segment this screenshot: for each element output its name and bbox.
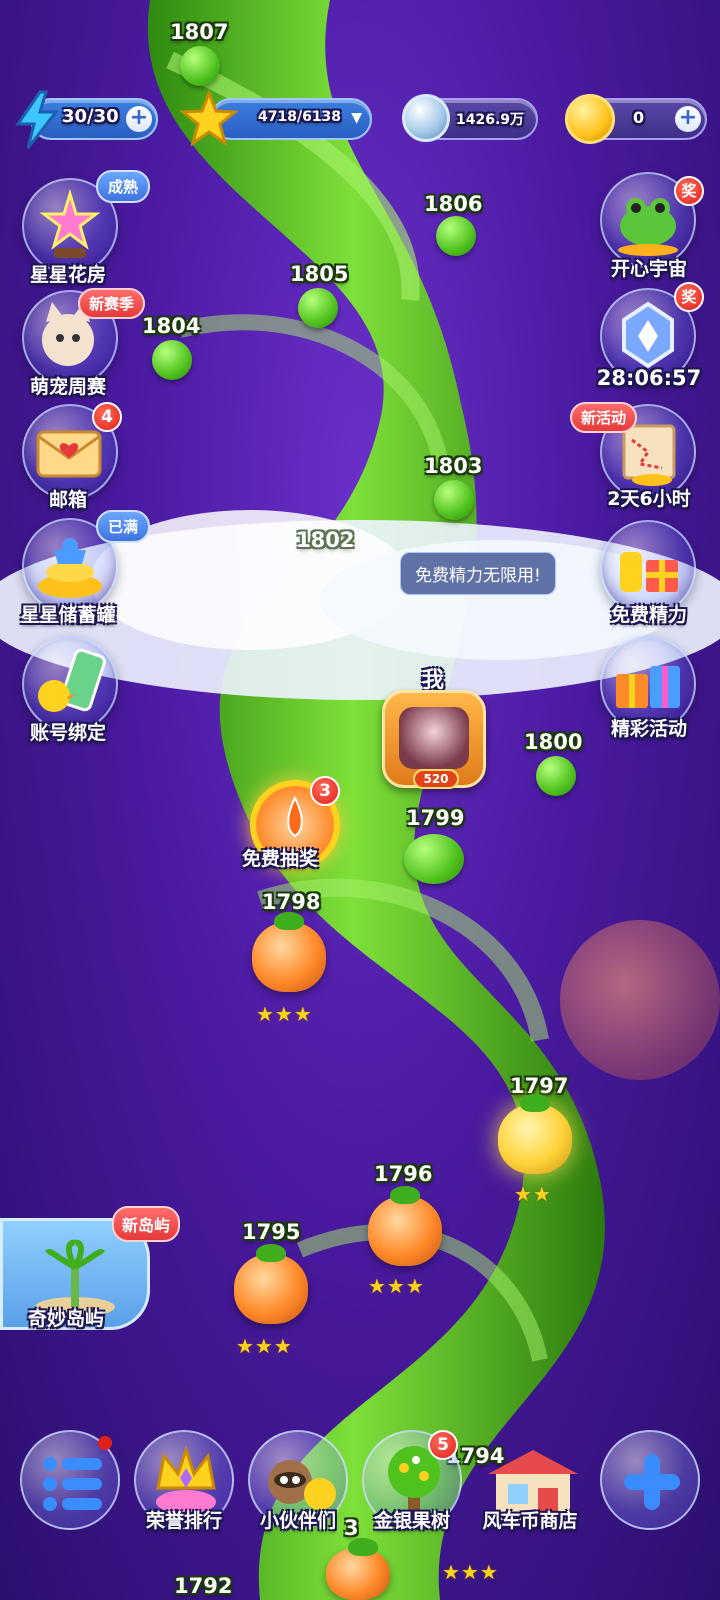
island-label: 奇妙岛屿 xyxy=(28,1308,105,1330)
level-1796-number: 1796 xyxy=(374,1162,433,1186)
event-timer: 28:06:57 xyxy=(596,366,702,390)
level-1799-number: 1799 xyxy=(406,806,465,830)
level-1795-fruit[interactable] xyxy=(234,1244,308,1324)
star-icon xyxy=(178,88,240,147)
activity-text: 活动 xyxy=(596,409,627,427)
piggy-bank-label: 星星储蓄罐 xyxy=(20,604,116,626)
lottery-label: 免费抽奖 xyxy=(242,848,319,870)
mailbox-badge: 4 xyxy=(92,402,122,432)
expand-button[interactable] xyxy=(600,1430,700,1530)
lottery-badge: 3 xyxy=(310,776,340,806)
piggy-bank-tag: 已满 xyxy=(96,510,151,543)
level-1805-number: 1805 xyxy=(290,262,349,286)
happy-universe-reward-badge: 奖 xyxy=(674,176,704,206)
pet-week-new-tag: 新赛季 xyxy=(78,288,146,319)
level-1798-number: 1798 xyxy=(262,890,321,914)
activities-label: 精彩活动 xyxy=(610,718,687,740)
stars-value: 4718/6138 xyxy=(258,109,342,125)
tokens-value: 0 xyxy=(633,108,645,127)
flower-house-tag: 成熟 xyxy=(96,170,151,203)
silver-coin-icon xyxy=(402,94,450,142)
level-1794-stars: ★★★ xyxy=(442,1560,499,1584)
windmill-shop-label: 风车币商店 xyxy=(482,1510,578,1532)
free-energy-label: 免费精力 xyxy=(610,604,687,626)
partners-label: 小伙伴们 xyxy=(259,1510,336,1532)
level-1795-stars: ★★★ xyxy=(236,1334,293,1358)
level-1802-number: 1802 xyxy=(296,528,355,552)
season-text: 赛季 xyxy=(104,295,135,313)
level-1800-node[interactable] xyxy=(536,756,576,796)
level-1803-number: 1803 xyxy=(424,454,483,478)
level-1792-number: 1792 xyxy=(174,1574,233,1598)
account-bind-label: 账号绑定 xyxy=(29,722,106,744)
avatar-photo xyxy=(399,707,469,769)
level-1795-number: 1795 xyxy=(242,1220,301,1244)
free-energy-tooltip: 免费精力无限用! xyxy=(400,552,556,595)
island-tag: 新岛屿 xyxy=(112,1206,181,1242)
level-1806-number: 1806 xyxy=(424,192,483,216)
plus-icon xyxy=(624,1454,680,1510)
avatar-frame-number: 520 xyxy=(413,769,459,789)
free-energy-tooltip-text: 免费精力无限用! xyxy=(415,566,541,586)
energy-value: 30/30 xyxy=(62,106,119,127)
level-1798-fruit[interactable] xyxy=(252,912,326,992)
money-tree-badge: 5 xyxy=(428,1430,458,1460)
pet-week-label: 萌宠周赛 xyxy=(29,376,106,398)
level-1806-node[interactable] xyxy=(436,216,476,256)
chevron-down-icon[interactable]: ▼ xyxy=(351,110,362,126)
player-avatar[interactable]: 520 xyxy=(382,690,486,789)
level-1804-node[interactable] xyxy=(152,340,192,380)
tokens-plus-button[interactable]: + xyxy=(675,106,701,132)
level-1805-node[interactable] xyxy=(298,288,338,328)
level-1798-stars: ★★★ xyxy=(256,1002,313,1026)
level-1796-fruit[interactable] xyxy=(368,1186,442,1266)
coins-value: 1426.9万 xyxy=(456,112,525,128)
money-tree-label: 金银果树 xyxy=(373,1510,450,1532)
level-1797-stars: ★★ xyxy=(514,1182,552,1206)
level-1800-number: 1800 xyxy=(524,730,583,754)
level-1807-node[interactable] xyxy=(180,46,220,86)
honor-label: 荣誉排行 xyxy=(145,1510,222,1532)
lightning-icon xyxy=(10,90,64,149)
level-1797-fruit[interactable] xyxy=(498,1094,572,1174)
level-1796-stars: ★★★ xyxy=(368,1274,425,1298)
crystal-event-reward-badge: 奖 xyxy=(674,282,704,312)
map-event-new-tag: 新活动 xyxy=(570,402,638,433)
happy-universe-label: 开心宇宙 xyxy=(610,258,687,280)
level-1793-fruit[interactable] xyxy=(326,1538,390,1600)
level-1799-node[interactable] xyxy=(404,834,464,884)
menu-notification-dot xyxy=(98,1436,112,1450)
mailbox-label: 邮箱 xyxy=(48,489,87,511)
map-event-countdown: 2天6小时 xyxy=(607,488,691,510)
new-text: 新 xyxy=(581,409,597,427)
energy-plus-button[interactable]: + xyxy=(126,106,152,132)
phone-chicken-icon xyxy=(38,648,106,712)
new-text: 新 xyxy=(89,295,105,313)
gold-token-icon xyxy=(565,94,615,144)
level-1804-number: 1804 xyxy=(142,314,201,338)
flower-house-label: 星星花房 xyxy=(29,264,106,286)
level-1807-number: 1807 xyxy=(170,20,229,44)
level-1803-node[interactable] xyxy=(434,480,474,520)
